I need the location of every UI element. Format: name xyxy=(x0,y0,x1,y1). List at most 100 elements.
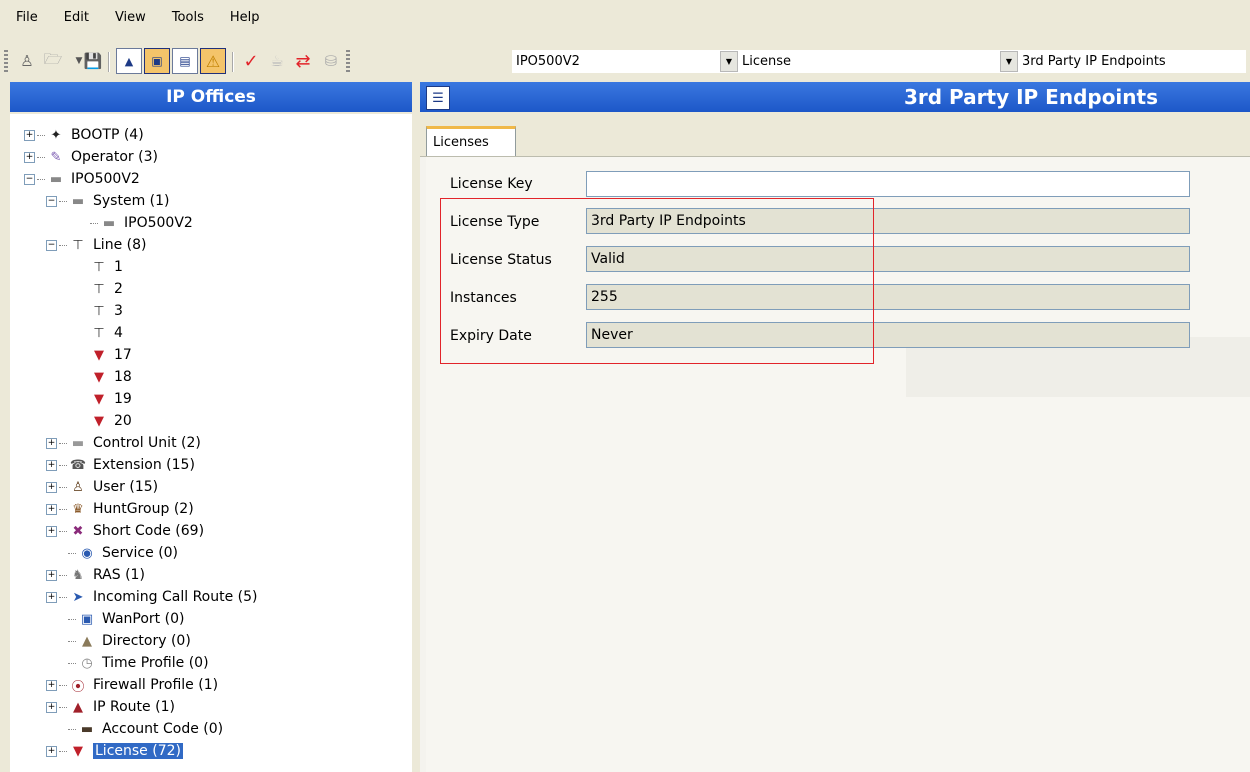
navigation-pane-icon[interactable]: ▲ xyxy=(116,48,142,74)
expand-icon[interactable]: + xyxy=(46,745,57,757)
tree-item-control-unit[interactable]: + ▬ Control Unit (2) xyxy=(46,432,201,454)
line-icon: ⊤ xyxy=(93,259,105,275)
tree-label: IP Route (1) xyxy=(93,699,175,715)
tree-item-time-profile[interactable]: ◷ Time Profile (0) xyxy=(68,652,209,674)
chevron-down-icon[interactable]: ▼ xyxy=(720,51,738,72)
menu-help[interactable]: Help xyxy=(216,10,272,25)
item-select[interactable]: 3rd Party IP Endpoints xyxy=(1018,50,1246,73)
expand-icon[interactable]: + xyxy=(46,679,57,691)
tree-connector xyxy=(59,530,67,532)
tree-item-user[interactable]: + ♙ User (15) xyxy=(46,476,158,498)
expand-icon[interactable]: + xyxy=(46,701,57,713)
expand-icon[interactable]: + xyxy=(46,569,57,581)
panel-splitter[interactable] xyxy=(412,82,420,772)
operator-icon: ✎ xyxy=(50,149,62,165)
list-view-icon[interactable]: ☰ xyxy=(426,86,450,110)
collapse-icon[interactable]: − xyxy=(24,173,35,185)
tree-item-ras[interactable]: + ♞ RAS (1) xyxy=(46,564,145,586)
tree-label: Line (8) xyxy=(93,237,147,253)
app-icon[interactable]: ⛁ xyxy=(318,48,344,74)
expand-icon[interactable]: + xyxy=(24,151,35,163)
toolbar-grip xyxy=(4,50,8,72)
tree-item-license[interactable]: + ▼ License (72) xyxy=(46,740,183,762)
send-receive-icon[interactable]: ⇄ xyxy=(290,48,316,74)
expand-icon[interactable]: + xyxy=(46,459,57,471)
create-config-icon[interactable]: ☕ xyxy=(264,48,290,74)
tree-item-line-3[interactable]: ⊤ 3 xyxy=(90,300,123,322)
tree-label: IPO500V2 xyxy=(124,215,193,231)
collapse-icon[interactable]: − xyxy=(46,195,57,207)
tree-label: Extension (15) xyxy=(93,457,195,473)
tree-item-wanport[interactable]: ▣ WanPort (0) xyxy=(68,608,184,630)
warning-icon[interactable]: ⚠ xyxy=(200,48,226,74)
tree-item-ip-route[interactable]: + ▲ IP Route (1) xyxy=(46,696,175,718)
tree-item-line-4[interactable]: ⊤ 4 xyxy=(90,322,123,344)
tree-item-directory[interactable]: ▲ Directory (0) xyxy=(68,630,191,652)
expand-icon[interactable]: + xyxy=(46,481,57,493)
menu-tools[interactable]: Tools xyxy=(158,10,216,25)
tree-connector xyxy=(68,662,76,664)
expand-icon[interactable]: + xyxy=(46,591,57,603)
tree-item-line[interactable]: − ⊤ Line (8) xyxy=(46,234,146,256)
ip-office-select-value: IPO500V2 xyxy=(516,54,580,69)
tree-item-line-2[interactable]: ⊤ 2 xyxy=(90,278,123,300)
chevron-down-icon[interactable]: ▼ xyxy=(1000,51,1018,72)
tree-connector xyxy=(37,178,45,180)
ip-office-select[interactable]: IPO500V2 ▼ xyxy=(512,50,738,73)
tree-item-operator[interactable]: + ✎ Operator (3) xyxy=(24,146,158,168)
tree-label: System (1) xyxy=(93,193,170,209)
tree-label: 1 xyxy=(114,259,123,275)
license-key-label: License Key xyxy=(450,176,533,192)
details-pane-icon[interactable]: ▤ xyxy=(172,48,198,74)
tree-item-short-code[interactable]: + ✖ Short Code (69) xyxy=(46,520,204,542)
open-config-icon[interactable]: ♙ xyxy=(14,48,40,74)
tree-item-system[interactable]: − ▬ System (1) xyxy=(46,190,170,212)
tree-connector xyxy=(59,750,67,752)
tree-item-bootp[interactable]: + ✦ BOOTP (4) xyxy=(24,124,144,146)
license-icon: ▼ xyxy=(73,743,83,759)
tree-item-huntgroup[interactable]: + ♛ HuntGroup (2) xyxy=(46,498,194,520)
toolbar-grip xyxy=(346,50,350,72)
tree-item-system-ipo500v2[interactable]: ▬ IPO500V2 xyxy=(90,212,193,234)
menu-edit[interactable]: Edit xyxy=(50,10,101,25)
group-pane-icon[interactable]: ▣ xyxy=(144,48,170,74)
tree-item-line-19[interactable]: ▼ 19 xyxy=(90,388,132,410)
menu-view[interactable]: View xyxy=(101,10,158,25)
tree-item-extension[interactable]: + ☎ Extension (15) xyxy=(46,454,195,476)
tree-item-service[interactable]: ◉ Service (0) xyxy=(68,542,178,564)
category-select-value: License xyxy=(742,54,792,69)
expand-icon[interactable]: + xyxy=(24,129,35,141)
tab-strip: Licenses xyxy=(420,114,1250,157)
expand-icon[interactable]: + xyxy=(46,437,57,449)
tree-item-line-18[interactable]: ▼ 18 xyxy=(90,366,132,388)
validate-checkmark-icon[interactable]: ✓ xyxy=(238,48,264,74)
tree-item-account-code[interactable]: ▬ Account Code (0) xyxy=(68,718,223,740)
expand-icon[interactable]: + xyxy=(46,525,57,537)
tree-label: Directory (0) xyxy=(102,633,191,649)
menu-file[interactable]: File xyxy=(0,10,50,25)
category-select[interactable]: License ▼ xyxy=(738,50,1018,73)
expand-icon[interactable]: + xyxy=(46,503,57,515)
tree-item-line-17[interactable]: ▼ 17 xyxy=(90,344,132,366)
sip-line-icon: ▼ xyxy=(94,347,104,363)
tree-label: RAS (1) xyxy=(93,567,145,583)
open-file-icon[interactable]: 🗁 xyxy=(40,48,66,74)
tree-label: Operator (3) xyxy=(71,149,158,165)
license-key-field[interactable] xyxy=(586,171,1190,197)
tree-item-firewall-profile[interactable]: + ⦿ Firewall Profile (1) xyxy=(46,674,218,696)
tree-label: 4 xyxy=(114,325,123,341)
tree-label: Account Code (0) xyxy=(102,721,224,737)
save-icon[interactable]: 💾 xyxy=(80,48,106,74)
tree-item-line-20[interactable]: ▼ 20 xyxy=(90,410,132,432)
line-icon: ⊤ xyxy=(72,237,84,253)
toolbar: ♙ 🗁 ▼ 💾 ▲ ▣ ▤ ⚠ ✓ ☕ ⇄ ⛁ IPO500V2 ▼ Licen… xyxy=(0,42,1250,82)
tree-item-line-1[interactable]: ⊤ 1 xyxy=(90,256,123,278)
bootp-icon: ✦ xyxy=(50,127,62,143)
tab-licenses[interactable]: Licenses xyxy=(426,126,516,156)
tree-label: BOOTP (4) xyxy=(71,127,144,143)
menu-bar: File Edit View Tools Help xyxy=(0,0,1250,34)
tree-item-incoming-call-route[interactable]: + ➤ Incoming Call Route (5) xyxy=(46,586,258,608)
tree-connector xyxy=(59,706,67,708)
collapse-icon[interactable]: − xyxy=(46,239,57,251)
tree-item-ipo500v2[interactable]: − ▬ IPO500V2 xyxy=(24,168,140,190)
